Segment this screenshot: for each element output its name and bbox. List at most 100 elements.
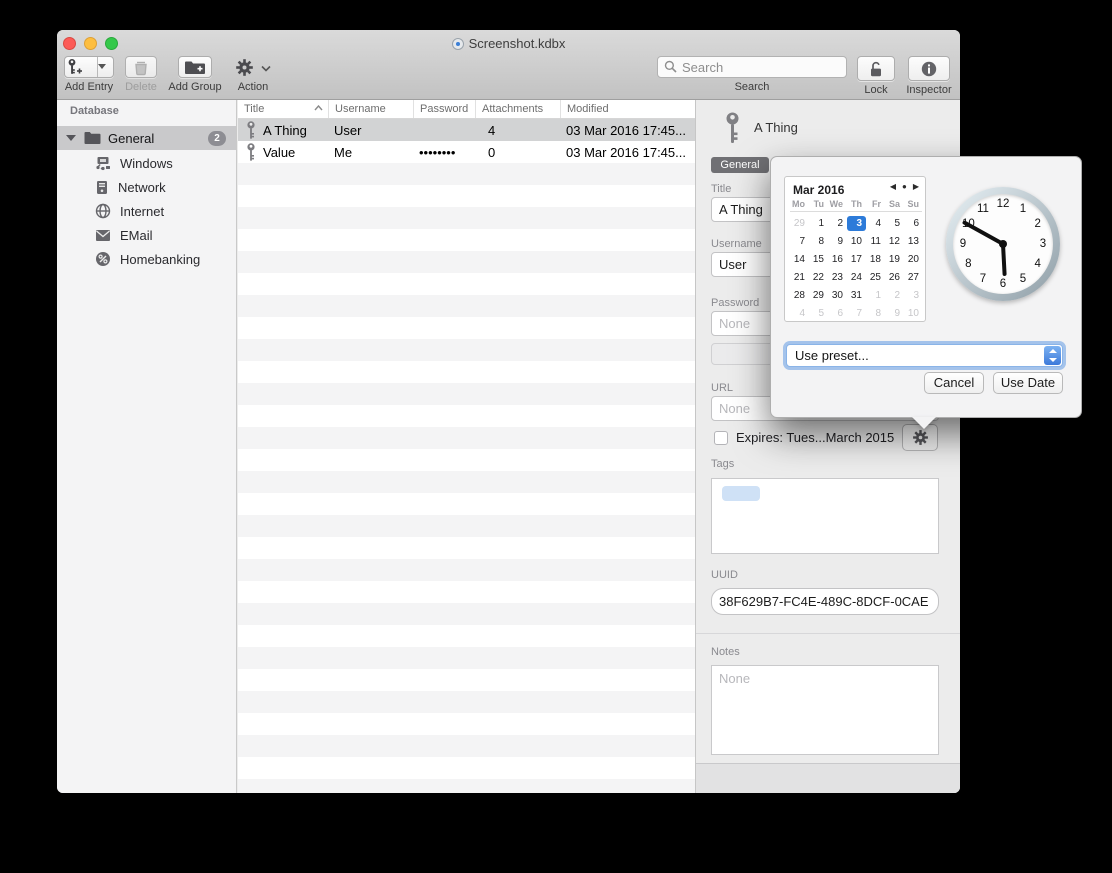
calendar-day[interactable]: 14 [790, 252, 809, 267]
calendar-day[interactable]: 15 [809, 252, 828, 267]
sidebar-item-network[interactable]: Network [57, 175, 236, 199]
calendar-day[interactable]: 5 [885, 216, 904, 231]
calendar-day[interactable]: 9 [885, 306, 904, 321]
calendar-prev-icon[interactable]: ◀ [890, 182, 896, 191]
window-title: Screenshot.kdbx [57, 36, 960, 51]
uuid-field[interactable] [711, 588, 939, 615]
cell-username: User [328, 123, 413, 138]
calendar-today-icon[interactable]: ● [902, 182, 907, 191]
calendar-day-selected[interactable]: 3 [847, 216, 866, 231]
calendar-day[interactable]: 25 [866, 270, 885, 285]
action-button[interactable] [235, 56, 271, 78]
calendar-day[interactable]: 8 [809, 234, 828, 249]
sidebar-item-general[interactable]: General 2 [57, 126, 236, 150]
preset-select[interactable]: Use preset... [786, 344, 1063, 367]
calendar-day[interactable]: 6 [904, 216, 923, 231]
globe-icon [95, 203, 111, 219]
calendar-day[interactable]: 27 [904, 270, 923, 285]
calendar-day[interactable]: 7 [847, 306, 866, 321]
tag-token[interactable] [722, 486, 760, 501]
calendar-day[interactable]: 18 [866, 252, 885, 267]
calendar-day[interactable]: 16 [828, 252, 847, 267]
column-header-username[interactable]: Username [328, 100, 413, 118]
server-icon [95, 180, 109, 195]
add-entry-dropdown-arrow[interactable] [97, 57, 113, 77]
calendar-day[interactable]: 19 [885, 252, 904, 267]
delete-button[interactable] [125, 56, 157, 78]
calendar-day[interactable]: 5 [809, 306, 828, 321]
column-header-attachments[interactable]: Attachments [475, 100, 560, 118]
tab-general[interactable]: General [711, 157, 769, 173]
select-stepper-icon[interactable] [1044, 346, 1061, 365]
add-entry-button[interactable] [64, 56, 114, 78]
calendar-day[interactable]: 6 [828, 306, 847, 321]
calendar-day[interactable]: 1 [866, 288, 885, 303]
add-group-button[interactable] [178, 56, 212, 78]
calendar-day[interactable]: 21 [790, 270, 809, 285]
table-row-a-thing[interactable]: A Thing User 4 03 Mar 2016 17:45... [238, 119, 695, 141]
cancel-button[interactable]: Cancel [924, 372, 984, 394]
clock-face: 123456789101112 [953, 194, 1053, 294]
calendar-weekday: Sa [885, 199, 904, 209]
column-header-password[interactable]: Password [413, 100, 475, 118]
document-proxy-icon[interactable] [452, 38, 464, 50]
cell-title: A Thing [263, 123, 307, 138]
notes-label: Notes [711, 646, 740, 658]
sidebar-item-internet[interactable]: Internet [57, 199, 236, 223]
inspector-button[interactable] [908, 56, 950, 81]
calendar-day[interactable]: 4 [790, 306, 809, 321]
calendar-month-label: Mar 2016 [790, 183, 844, 197]
key-icon [724, 112, 741, 144]
calendar-day[interactable]: 1 [809, 216, 828, 231]
calendar-day[interactable]: 20 [904, 252, 923, 267]
calendar-day[interactable]: 29 [809, 288, 828, 303]
disclosure-triangle-icon[interactable] [66, 135, 76, 141]
calendar-day[interactable]: 13 [904, 234, 923, 249]
calendar-day[interactable]: 11 [866, 234, 885, 249]
calendar-day[interactable]: 12 [885, 234, 904, 249]
sidebar-item-email[interactable]: EMail [57, 223, 236, 247]
calendar-day[interactable]: 26 [885, 270, 904, 285]
popover-arrow [912, 417, 936, 429]
clock-numeral: 9 [956, 237, 970, 251]
sidebar-item-label: Windows [120, 156, 173, 171]
calendar-day[interactable]: 17 [847, 252, 866, 267]
calendar-day[interactable]: 7 [790, 234, 809, 249]
calendar-day[interactable]: 24 [847, 270, 866, 285]
calendar-day[interactable]: 23 [828, 270, 847, 285]
calendar-day[interactable]: 10 [847, 234, 866, 249]
sidebar-item-windows[interactable]: Windows [57, 151, 236, 175]
calendar-day[interactable]: 9 [828, 234, 847, 249]
key-plus-icon [65, 57, 97, 77]
calendar-day[interactable]: 22 [809, 270, 828, 285]
calendar-day[interactable]: 2 [828, 216, 847, 231]
lock-button[interactable] [857, 56, 895, 81]
column-header-title[interactable]: Title [238, 100, 328, 118]
clock-hour-hand[interactable] [1001, 244, 1007, 276]
calendar-next-icon[interactable]: ▶ [913, 182, 919, 191]
calendar-day[interactable]: 3 [904, 288, 923, 303]
calendar-day[interactable]: 4 [866, 216, 885, 231]
use-date-button[interactable]: Use Date [993, 372, 1063, 394]
table-row-value[interactable]: Value Me •••••••• 0 03 Mar 2016 17:45... [238, 141, 695, 163]
notes-field[interactable] [711, 665, 939, 755]
tags-box[interactable] [711, 478, 939, 554]
column-header-modified[interactable]: Modified [560, 100, 695, 118]
search-input[interactable] [682, 60, 840, 75]
expires-checkbox[interactable] [714, 431, 728, 445]
cell-modified: 03 Mar 2016 17:45... [560, 123, 695, 138]
search-box[interactable] [657, 56, 847, 78]
cell-modified: 03 Mar 2016 17:45... [560, 145, 695, 160]
calendar-day[interactable]: 8 [866, 306, 885, 321]
calendar-day[interactable]: 29 [790, 216, 809, 231]
calendar-day[interactable]: 10 [904, 306, 923, 321]
sidebar-item-label: EMail [120, 228, 153, 243]
add-entry-label: Add Entry [57, 81, 121, 93]
clock-numeral: 7 [976, 272, 990, 286]
calendar-day[interactable]: 28 [790, 288, 809, 303]
sidebar-item-homebanking[interactable]: Homebanking [57, 247, 236, 271]
calendar-day[interactable]: 2 [885, 288, 904, 303]
calendar-day[interactable]: 30 [828, 288, 847, 303]
calendar-day[interactable]: 31 [847, 288, 866, 303]
folder-icon [84, 131, 101, 145]
